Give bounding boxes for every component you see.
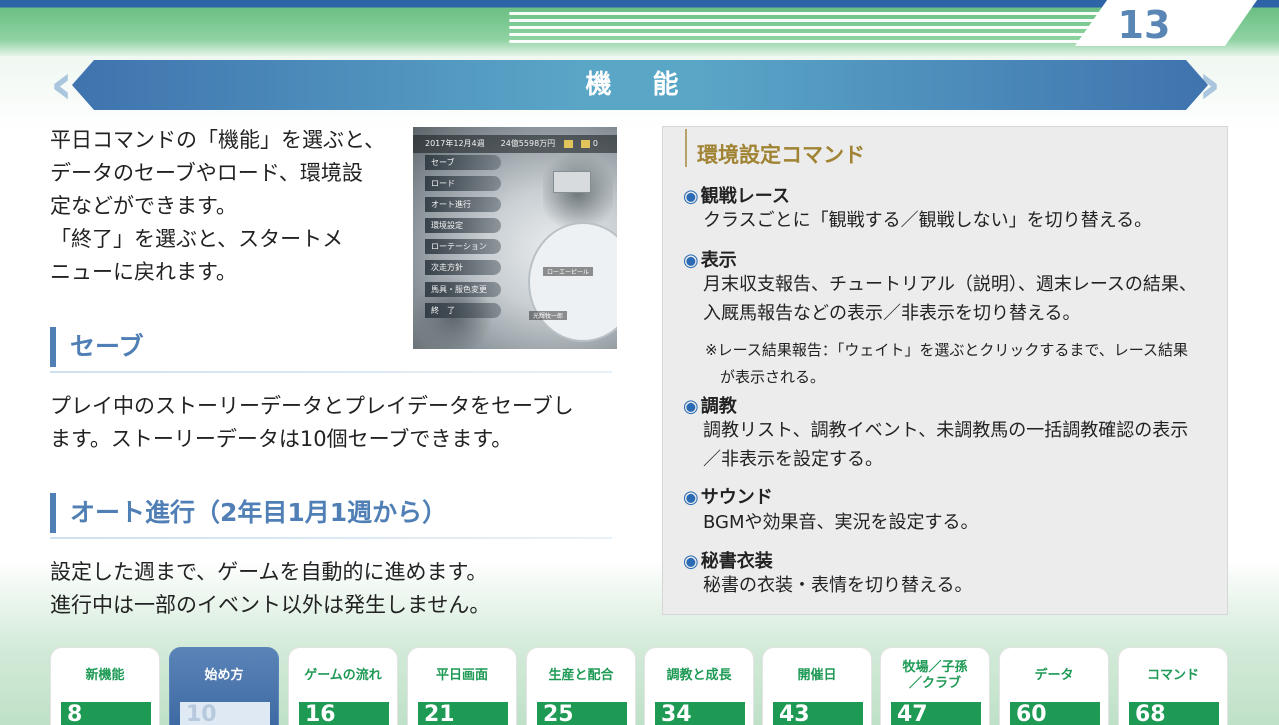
game-screenshot: 2017年12月4週 24億5598万円 0 セーブ ロード オート進行 環境設…: [413, 127, 617, 349]
menu-item-settings: 環境設定: [425, 218, 501, 234]
panel-title: 環境設定コマンド: [685, 129, 865, 167]
item-heading: ◉ 観戦レース: [683, 186, 790, 207]
bullet-icon: ◉: [683, 250, 699, 271]
function-menu: セーブ ロード オート進行 環境設定 ローテーション 次走方針 馬具・服色変更 …: [425, 155, 501, 324]
nav-tab-game-flow[interactable]: ゲームの流れ 16: [288, 647, 398, 725]
item-body: 秘書の衣装・表情を切り替える。: [703, 575, 973, 596]
item-heading: ◉ 秘書衣装: [683, 551, 773, 572]
horse-name-tag: ローエーピール: [543, 267, 594, 276]
bullet-icon: ◉: [683, 487, 699, 508]
menu-item-load: ロード: [425, 176, 501, 192]
body-line: 設定した週まで、ゲームを自動的に進めます。: [50, 560, 488, 584]
paddock-image: [528, 222, 617, 342]
intro-line: ニューに戻れます。: [50, 260, 237, 284]
intro-line: 「終了」を選ぶと、スタートメ: [50, 227, 344, 251]
screenshot-hud: 2017年12月4週 24億5598万円 0: [413, 135, 617, 153]
item-body: 月末収支報告、チュートリアル（説明）、週末レースの結果、 入厩馬報告などの表示／…: [703, 274, 1197, 324]
nav-tab-race-day[interactable]: 開催日 43: [762, 647, 872, 725]
bullet-icon: ◉: [683, 551, 699, 572]
section-heading-auto: オート進行（2年目1月1週から）: [50, 493, 610, 533]
nav-tab-commands[interactable]: コマンド 68: [1118, 647, 1228, 725]
item-heading: ◉ 調教: [683, 396, 737, 417]
nav-tab-data[interactable]: データ 60: [999, 647, 1109, 725]
hud-count: 0: [592, 139, 598, 148]
intro-text: 平日コマンドの「機能」を選ぶと、 データのセーブやロード、環境設 定などができま…: [50, 124, 400, 289]
intro-line: データのセーブやロード、環境設: [50, 161, 363, 185]
settings-panel: 環境設定コマンド ◉ 観戦レース クラスごとに「観戦する／観戦しない」を切り替える…: [662, 126, 1228, 615]
page-title: 機 能: [585, 70, 695, 100]
hud-date-funds: 2017年12月4週 24億5598万円: [425, 139, 556, 148]
tag-icon: [581, 139, 591, 148]
section-body-save: プレイ中のストーリーデータとプレイデータをセーブし ます。ストーリーデータは10…: [50, 390, 630, 456]
bullet-icon: ◉: [683, 186, 699, 207]
owner-name-tag: 光輝牧一郎: [529, 311, 568, 320]
barn-image: [553, 171, 591, 193]
menu-item-rotation: ローテーション: [425, 239, 501, 255]
item-body: クラスごとに「観戦する／観戦しない」を切り替える。: [703, 210, 1153, 231]
item-heading: ◉ サウンド: [683, 487, 773, 508]
page-number: 13: [1117, 3, 1171, 47]
section-body-auto: 設定した週まで、ゲームを自動的に進めます。 進行中は一部のイベント以外は発生しま…: [50, 556, 630, 622]
menu-item-next-race: 次走方針: [425, 260, 501, 276]
menu-item-save: セーブ: [425, 155, 501, 170]
section-divider: [50, 537, 612, 539]
item-heading: ◉ 表示: [683, 250, 737, 271]
item-body: BGMや効果音、実況を設定する。: [703, 512, 979, 533]
title-banner: 機 能: [72, 60, 1208, 110]
bullet-icon: ◉: [683, 396, 699, 417]
section-divider: [50, 371, 612, 373]
section-heading-save: セーブ: [50, 327, 610, 367]
decorative-stripes: [509, 12, 1129, 52]
nav-tab-new-features[interactable]: 新機能 8: [50, 647, 160, 725]
nav-tab-training[interactable]: 調教と成長 34: [644, 647, 754, 725]
item-note: ※レース結果報告：「ウェイト」を選ぶとクリックするまで、レース結果 が表示される…: [705, 341, 1188, 386]
body-line: 進行中は一部のイベント以外は発生しません。: [50, 593, 491, 617]
body-line: プレイ中のストーリーデータとプレイデータをセーブし: [50, 394, 574, 418]
mail-icon: [563, 139, 573, 148]
nav-tab-ranch[interactable]: 牧場／子孫／クラブ 47: [880, 647, 990, 725]
menu-item-quit: 終 了: [425, 302, 501, 318]
item-body: 調教リスト、調教イベント、未調教馬の一括調教確認の表示 ／非表示を設定する。: [703, 420, 1189, 470]
menu-item-gear: 馬具・服色変更: [425, 281, 501, 297]
intro-line: 平日コマンドの「機能」を選ぶと、: [50, 128, 386, 152]
nav-tab-breeding[interactable]: 生産と配合 25: [526, 647, 636, 725]
menu-item-auto: オート進行: [425, 197, 501, 213]
nav-tab-getting-started[interactable]: 始め方 10: [169, 647, 279, 725]
body-line: ます。ストーリーデータは10個セーブできます。: [50, 427, 513, 451]
chapter-nav: 新機能 8 始め方 10 ゲームの流れ 16 平日画面 21 生産と配合 25 …: [50, 647, 1250, 725]
nav-tab-weekday-screen[interactable]: 平日画面 21: [407, 647, 517, 725]
intro-line: 定などができます。: [50, 194, 237, 218]
